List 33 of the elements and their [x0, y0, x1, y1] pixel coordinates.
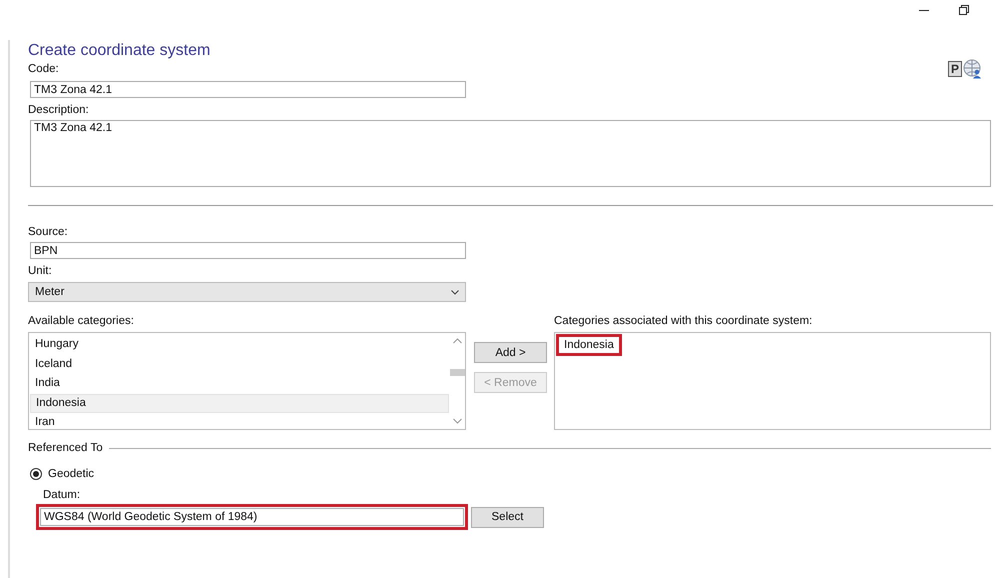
list-item[interactable]: Indonesia	[556, 334, 622, 356]
add-button[interactable]: Add >	[474, 342, 547, 363]
field-label: Available categories:	[28, 315, 135, 327]
source-field[interactable]: BPN	[30, 242, 466, 259]
associated-categories-list[interactable]: Indonesia	[554, 332, 991, 430]
list-item[interactable]: Iceland	[30, 354, 449, 374]
dialog-title: Create coordinate system	[28, 41, 210, 61]
list-item[interactable]: India	[30, 374, 449, 394]
restore-icon	[959, 5, 969, 15]
field-label: Source:	[28, 226, 68, 238]
field-label: Datum:	[43, 489, 80, 501]
select-button[interactable]: Select	[471, 506, 544, 528]
field-label: Code:	[28, 63, 59, 75]
list-item[interactable]: Indonesia	[30, 394, 449, 413]
restore-button[interactable]	[957, 3, 971, 17]
list-item[interactable]: Hungary	[30, 335, 449, 354]
chevron-up-icon	[452, 338, 462, 344]
datum-field[interactable]: WGS84 (World Geodetic System of 1984)	[36, 504, 468, 530]
field-label: Description:	[28, 104, 89, 116]
list-item[interactable]: Iran	[30, 413, 449, 429]
available-categories-list[interactable]: Hungary Iceland India Indonesia Iran	[28, 332, 466, 430]
p-letter-icon[interactable]: P	[948, 61, 962, 77]
globe-user-icon[interactable]	[963, 59, 983, 79]
group-label: Referenced To	[28, 442, 103, 454]
chevron-down-icon	[451, 290, 459, 294]
code-field[interactable]: TM3 Zona 42.1	[30, 81, 466, 98]
scrollbar-thumb[interactable]	[450, 368, 464, 376]
field-label: Categories associated with this coordinate system:	[554, 315, 814, 327]
radio-button[interactable]: Geodetic	[30, 468, 94, 480]
description-field[interactable]: TM3 Zona 42.1	[30, 120, 991, 187]
field-label: Unit:	[28, 265, 52, 277]
unit-dropdown[interactable]: Meter	[28, 282, 466, 302]
chevron-down-icon	[452, 418, 462, 424]
